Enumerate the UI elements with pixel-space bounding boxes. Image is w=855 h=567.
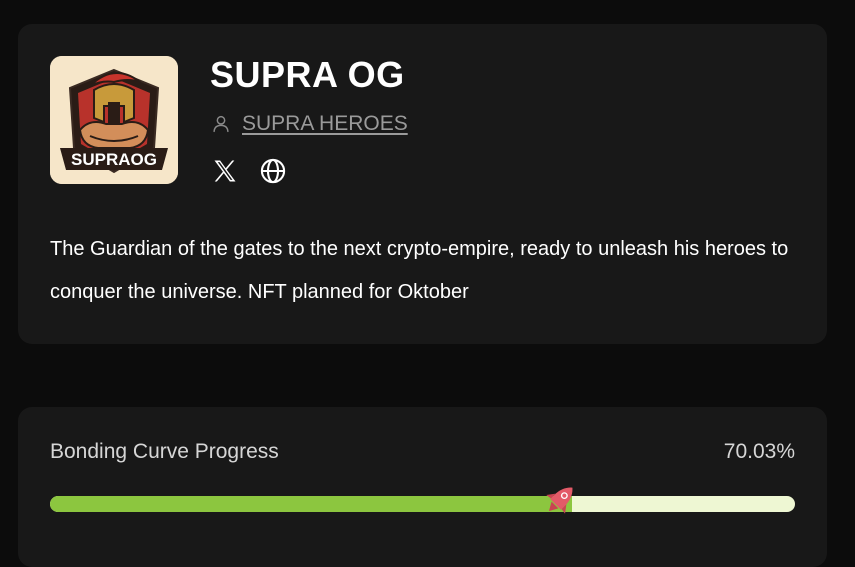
logo-text: SUPRAOG [71, 150, 157, 169]
creator-row[interactable]: SUPRA HEROES [210, 112, 408, 136]
social-links [211, 157, 287, 185]
token-logo: SUPRAOG [50, 56, 178, 184]
progress-value: 70.03% [723, 440, 795, 463]
bonding-curve-card: Bonding Curve Progress 70.03% [18, 407, 827, 567]
creator-link[interactable]: SUPRA HEROES [242, 112, 408, 136]
user-icon [213, 115, 229, 133]
progress-fill [50, 496, 572, 512]
rocket-icon [542, 480, 580, 518]
token-info-card: SUPRAOG SUPRA OG SUPRA HEROES The Guardi… [18, 24, 827, 344]
token-name: SUPRA OG [210, 54, 405, 95]
spartan-logo-icon: SUPRAOG [50, 56, 178, 184]
globe-icon[interactable] [259, 157, 287, 185]
progress-track [50, 487, 795, 514]
x-icon[interactable] [211, 157, 239, 185]
progress-label: Bonding Curve Progress [50, 440, 279, 463]
token-description: The Guardian of the gates to the next cr… [50, 238, 789, 303]
